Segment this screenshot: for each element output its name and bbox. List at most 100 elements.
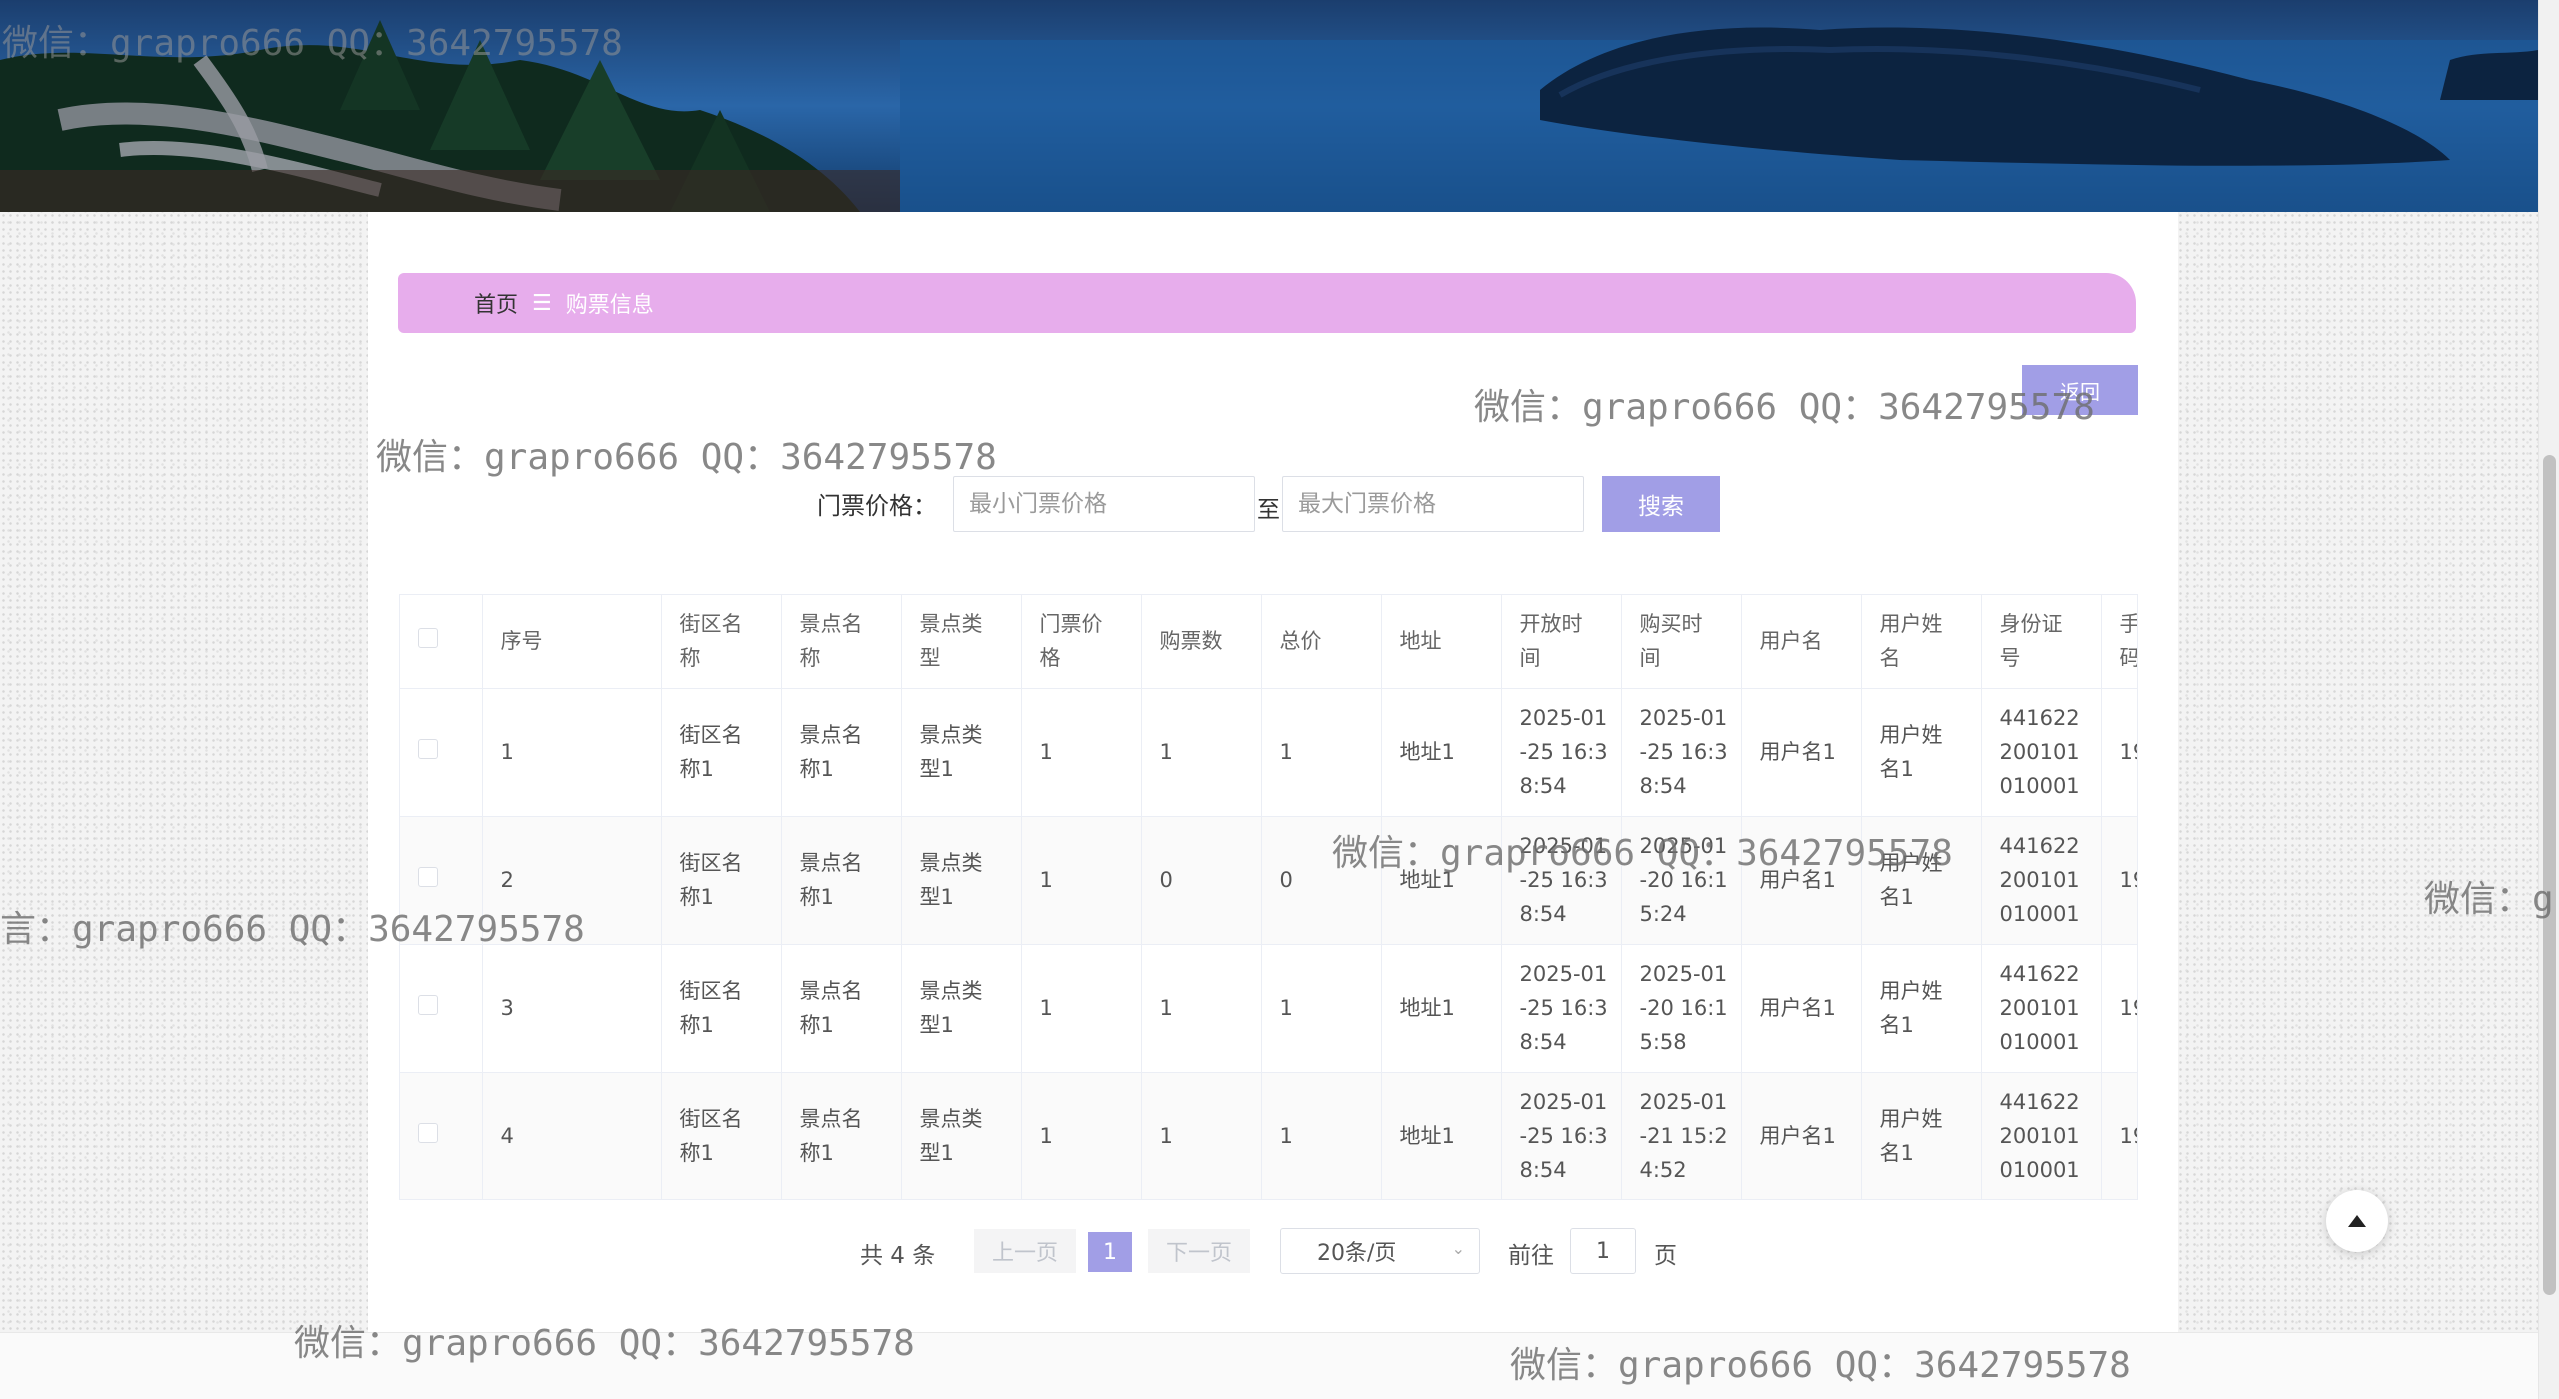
table-cell: 2 <box>482 816 662 945</box>
table-row[interactable]: 1 街区名称1 景点名称1 景点类型1 1 1 1 地址1 2025-01-25 16:38:5… <box>400 688 2137 817</box>
table-cell: 1 <box>1261 1072 1382 1199</box>
table-cell: 1981 <box>2101 816 2137 945</box>
next-page-button[interactable]: 下一页 <box>1148 1229 1250 1273</box>
column-header: 景点类型 <box>901 595 1022 689</box>
row-select-cell <box>400 688 483 817</box>
table-cell: 2025-01-25 16:38:54 <box>1621 688 1742 817</box>
table-row[interactable]: 2 街区名称1 景点名称1 景点类型1 1 0 0 地址1 2025-01-25 16:38:5… <box>400 816 2137 945</box>
table-cell: 地址1 <box>1381 688 1502 817</box>
table-cell: 441622200101010001 <box>1981 816 2102 945</box>
hero-banner <box>0 0 2538 212</box>
table-cell: 街区名称1 <box>661 688 782 817</box>
column-header: 地址 <box>1381 595 1502 689</box>
table-cell: 1 <box>1261 944 1382 1073</box>
row-checkbox[interactable] <box>418 1123 438 1143</box>
table-cell: 2025-01-25 16:38:54 <box>1501 944 1622 1073</box>
footer-bar <box>0 1332 2538 1399</box>
search-button[interactable]: 搜索 <box>1602 476 1720 532</box>
breadcrumb-separator-icon: ☰ <box>532 290 552 316</box>
table-cell: 街区名称1 <box>661 1072 782 1199</box>
column-header: 购票数 <box>1141 595 1262 689</box>
select-all-checkbox[interactable] <box>418 628 438 649</box>
min-price-input[interactable] <box>953 476 1255 532</box>
table-cell: 景点名称1 <box>781 688 902 817</box>
table-cell: 地址1 <box>1381 944 1502 1073</box>
table-cell: 景点名称1 <box>781 1072 902 1199</box>
column-header: 开放时间 <box>1501 595 1622 689</box>
table-cell: 景点名称1 <box>781 944 902 1073</box>
table-cell: 景点类型1 <box>901 944 1022 1073</box>
page-suffix-label: 页 <box>1654 1243 1677 1269</box>
row-select-cell <box>400 944 483 1073</box>
table-cell: 街区名称1 <box>661 944 782 1073</box>
chevron-down-icon: ⌄ <box>1451 1239 1465 1258</box>
column-header: 手机号码 <box>2101 595 2137 689</box>
table-cell: 2025-01-25 16:38:54 <box>1501 688 1622 817</box>
table-cell: 441622200101010001 <box>1981 1072 2102 1199</box>
table-cell: 用户姓名1 <box>1861 688 1982 817</box>
table-cell: 441622200101010001 <box>1981 688 2102 817</box>
table-cell: 景点类型1 <box>901 816 1022 945</box>
pagination-total: 共 4 条 <box>860 1243 936 1269</box>
table-cell: 景点名称1 <box>781 816 902 945</box>
breadcrumb-home-link[interactable]: 首页 <box>474 287 518 319</box>
column-header: 购买时间 <box>1621 595 1742 689</box>
table-cell: 用户名1 <box>1741 944 1862 1073</box>
table-row[interactable]: 3 街区名称1 景点名称1 景点类型1 1 1 1 地址1 2025-01-25 16:38:5… <box>400 944 2137 1073</box>
table-cell: 景点类型1 <box>901 1072 1022 1199</box>
column-header: 用户姓名 <box>1861 595 1982 689</box>
row-checkbox[interactable] <box>418 995 438 1015</box>
table-row[interactable]: 4 街区名称1 景点名称1 景点类型1 1 1 1 地址1 2025-01-25 16:38:5… <box>400 1072 2137 1199</box>
table-cell: 2025-01-25 16:38:54 <box>1501 816 1622 945</box>
column-header: 身份证号 <box>1981 595 2102 689</box>
table-cell: 1981 <box>2101 1072 2137 1199</box>
breadcrumb-current: 购票信息 <box>565 293 654 318</box>
scrollbar-thumb[interactable] <box>2543 455 2556 1295</box>
column-header: 街区名称 <box>661 595 782 689</box>
prev-page-button[interactable]: 上一页 <box>974 1229 1076 1273</box>
page-size-value: 20条/页 <box>1317 1241 1397 1266</box>
back-button[interactable]: 返回 <box>2022 365 2138 415</box>
table-cell: 用户姓名1 <box>1861 1072 1982 1199</box>
table-cell: 1 <box>1021 816 1142 945</box>
table-cell: 地址1 <box>1381 816 1502 945</box>
table-cell: 1981 <box>2101 688 2137 817</box>
column-header: 序号 <box>482 595 662 689</box>
caret-up-icon <box>2348 1215 2366 1227</box>
table-cell: 1 <box>1021 688 1142 817</box>
table-cell: 1 <box>482 688 662 817</box>
table-cell: 用户姓名1 <box>1861 816 1982 945</box>
select-all-cell <box>400 595 483 689</box>
table-cell: 街区名称1 <box>661 816 782 945</box>
table-cell: 用户名1 <box>1741 688 1862 817</box>
goto-page-input[interactable] <box>1570 1228 1636 1274</box>
page-number-current[interactable]: 1 <box>1088 1232 1132 1272</box>
row-checkbox[interactable] <box>418 739 438 759</box>
ticket-price-label: 门票价格： <box>817 492 937 520</box>
vertical-scrollbar[interactable] <box>2538 0 2559 1399</box>
table-cell: 1 <box>1021 944 1142 1073</box>
hero-landscape-image <box>0 0 2538 212</box>
table-cell: 1 <box>1141 688 1262 817</box>
table-cell: 1 <box>1141 1072 1262 1199</box>
table-cell: 1 <box>1021 1072 1142 1199</box>
row-checkbox[interactable] <box>418 867 438 887</box>
column-header: 门票价格 <box>1021 595 1142 689</box>
table-cell: 景点类型1 <box>901 688 1022 817</box>
table-cell: 3 <box>482 944 662 1073</box>
table-cell: 441622200101010001 <box>1981 944 2102 1073</box>
page-size-select[interactable]: 20条/页 ⌄ <box>1280 1228 1480 1274</box>
table-cell: 0 <box>1141 816 1262 945</box>
back-to-top-button[interactable] <box>2326 1190 2388 1252</box>
table-cell: 1981 <box>2101 944 2137 1073</box>
table-cell: 2025-01-20 16:15:24 <box>1621 816 1742 945</box>
table-cell: 1 <box>1261 688 1382 817</box>
table-cell: 地址1 <box>1381 1072 1502 1199</box>
table-cell: 2025-01-20 16:15:58 <box>1621 944 1742 1073</box>
max-price-input[interactable] <box>1282 476 1584 532</box>
column-header: 用户名 <box>1741 595 1862 689</box>
ticket-table: 序号 街区名称 景点名称 景点类型 门票价格 购票数 总价 地址 开放时间 购买… <box>399 594 2138 1200</box>
table-cell: 2025-01-21 15:24:52 <box>1621 1072 1742 1199</box>
row-select-cell <box>400 816 483 945</box>
table-cell: 用户名1 <box>1741 1072 1862 1199</box>
